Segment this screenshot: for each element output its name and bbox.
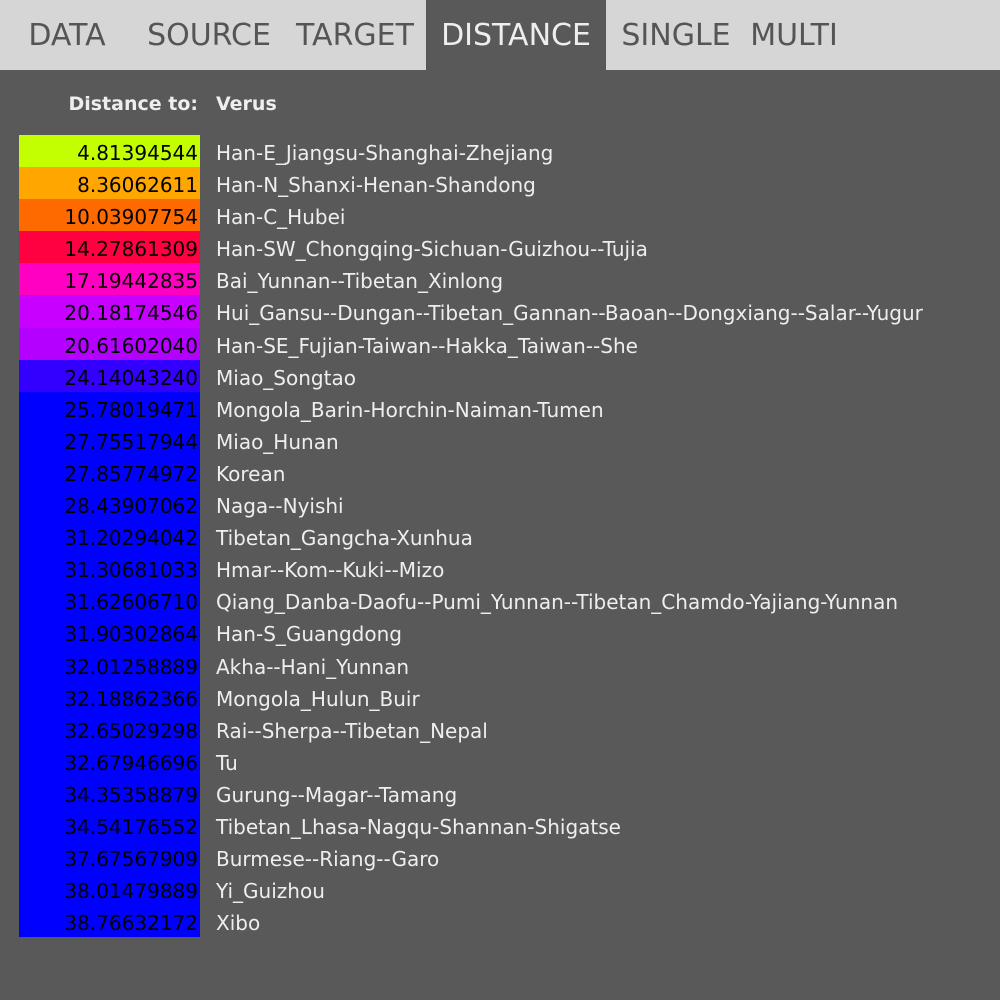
result-row: 32.65029298 Rai--Sherpa--Tibetan_Nepal bbox=[0, 712, 1000, 745]
distance-value: 31.90302864 bbox=[19, 616, 200, 649]
population-name: Naga--Nyishi bbox=[216, 494, 344, 519]
population-name: Miao_Songtao bbox=[216, 365, 356, 390]
population-name: Korean bbox=[216, 461, 286, 486]
result-row: 25.78019471 Mongola_Barin-Horchin-Naiman-… bbox=[0, 391, 1000, 424]
result-row: 17.19442835 Bai_Yunnan--Tibetan_Xinlong bbox=[0, 263, 1000, 296]
result-row: 4.81394544 Han-E_Jiangsu-Shanghai-Zhejian… bbox=[0, 135, 1000, 168]
population-name: Qiang_Danba-Daofu--Pumi_Yunnan--Tibetan_… bbox=[216, 590, 899, 615]
distance-value: 32.18862366 bbox=[19, 680, 200, 713]
result-row: 32.01258889 Akha--Hani_Yunnan bbox=[0, 648, 1000, 681]
result-row: 8.36062611 Han-N_Shanxi-Henan-Shandong bbox=[0, 167, 1000, 200]
distance-to-label: Distance to: bbox=[68, 93, 198, 115]
distance-value: 14.27861309 bbox=[19, 231, 200, 264]
result-row: 31.30681033 Hmar--Kom--Kuki--Mizo bbox=[0, 552, 1000, 585]
tab-source[interactable]: SOURCE bbox=[134, 0, 284, 70]
distance-value: 25.78019471 bbox=[19, 391, 200, 424]
tab-bar: DATA SOURCE TARGET DISTANCE SINGLE MULTI bbox=[0, 0, 1000, 70]
population-name: Tu bbox=[216, 750, 238, 775]
target-name: Verus bbox=[216, 93, 277, 115]
population-name: Xibo bbox=[216, 911, 261, 936]
distance-value: 27.75517944 bbox=[19, 423, 200, 456]
distance-value: 8.36062611 bbox=[19, 167, 200, 200]
distance-value: 34.35358879 bbox=[19, 776, 200, 809]
result-row: 38.01479889 Yi_Guizhou bbox=[0, 873, 1000, 906]
distance-value: 32.65029298 bbox=[19, 712, 200, 745]
population-name: Bai_Yunnan--Tibetan_Xinlong bbox=[216, 269, 504, 294]
tab-multi[interactable]: MULTI bbox=[746, 0, 842, 70]
population-name: Han-N_Shanxi-Henan-Shandong bbox=[216, 173, 536, 198]
distance-value: 32.01258889 bbox=[19, 648, 200, 681]
result-row: 24.14043240 Miao_Songtao bbox=[0, 359, 1000, 392]
result-row: 31.62606710 Qiang_Danba-Daofu--Pumi_Yunna… bbox=[0, 584, 1000, 617]
population-name: Hui_Gansu--Dungan--Tibetan_Gannan--Baoan… bbox=[216, 301, 923, 326]
distance-value: 10.03907754 bbox=[19, 199, 200, 232]
population-name: Han-S_Guangdong bbox=[216, 622, 402, 647]
result-row: 32.18862366 Mongola_Hulun_Buir bbox=[0, 680, 1000, 713]
distance-value: 31.62606710 bbox=[19, 584, 200, 617]
result-row: 31.20294042 Tibetan_Gangcha-Xunhua bbox=[0, 520, 1000, 553]
result-row: 10.03907754 Han-C_Hubei bbox=[0, 199, 1000, 232]
tab-target[interactable]: TARGET bbox=[284, 0, 426, 70]
distance-value: 4.81394544 bbox=[19, 135, 200, 168]
result-row: 20.61602040 Han-SE_Fujian-Taiwan--Hakka_T… bbox=[0, 327, 1000, 360]
population-name: Hmar--Kom--Kuki--Mizo bbox=[216, 558, 445, 583]
population-name: Miao_Hunan bbox=[216, 429, 339, 454]
result-row: 20.18174546 Hui_Gansu--Dungan--Tibetan_Ga… bbox=[0, 295, 1000, 328]
population-name: Mongola_Barin-Horchin-Naiman-Tumen bbox=[216, 397, 604, 422]
result-row: 32.67946696 Tu bbox=[0, 744, 1000, 777]
distance-value: 20.18174546 bbox=[19, 295, 200, 328]
population-name: Tibetan_Lhasa-Nagqu-Shannan-Shigatse bbox=[216, 814, 621, 839]
result-row: 28.43907062 Naga--Nyishi bbox=[0, 488, 1000, 521]
population-name: Burmese--Riang--Garo bbox=[216, 847, 440, 872]
population-name: Han-SW_Chongqing-Sichuan-Guizhou--Tujia bbox=[216, 237, 648, 262]
population-name: Yi_Guizhou bbox=[216, 879, 325, 904]
distance-value: 28.43907062 bbox=[19, 488, 200, 521]
result-row: 37.67567909 Burmese--Riang--Garo bbox=[0, 841, 1000, 874]
distance-value: 17.19442835 bbox=[19, 263, 200, 296]
population-name: Tibetan_Gangcha-Xunhua bbox=[216, 526, 473, 551]
distance-value: 32.67946696 bbox=[19, 744, 200, 777]
distance-value: 37.67567909 bbox=[19, 841, 200, 874]
population-name: Mongola_Hulun_Buir bbox=[216, 686, 420, 711]
distance-value: 34.54176552 bbox=[19, 808, 200, 842]
result-row: 31.90302864 Han-S_Guangdong bbox=[0, 616, 1000, 649]
result-row: 27.75517944 Miao_Hunan bbox=[0, 423, 1000, 456]
distance-value: 31.30681033 bbox=[19, 552, 200, 585]
tab-data[interactable]: DATA bbox=[0, 0, 134, 70]
population-name: Han-C_Hubei bbox=[216, 205, 346, 230]
distance-value: 38.01479889 bbox=[19, 873, 200, 906]
population-name: Akha--Hani_Yunnan bbox=[216, 654, 410, 679]
distance-value: 38.76632172 bbox=[19, 905, 200, 938]
population-name: Han-E_Jiangsu-Shanghai-Zhejiang bbox=[216, 141, 554, 165]
population-name: Gurung--Magar--Tamang bbox=[216, 782, 458, 807]
distance-results-list: 4.81394544 Han-E_Jiangsu-Shanghai-Zhejian… bbox=[0, 135, 1000, 938]
result-row: 38.76632172 Xibo bbox=[0, 905, 1000, 938]
distance-value: 20.61602040 bbox=[19, 327, 200, 360]
result-row: 34.35358879 Gurung--Magar--Tamang bbox=[0, 776, 1000, 809]
tab-single[interactable]: SINGLE bbox=[606, 0, 746, 70]
population-name: Han-SE_Fujian-Taiwan--Hakka_Taiwan--She bbox=[216, 333, 638, 358]
result-row: 14.27861309 Han-SW_Chongqing-Sichuan-Guiz… bbox=[0, 231, 1000, 264]
distance-value: 31.20294042 bbox=[19, 520, 200, 553]
result-row: 34.54176552 Tibetan_Lhasa-Nagqu-Shannan-S… bbox=[0, 808, 1000, 842]
tab-distance[interactable]: DISTANCE bbox=[426, 0, 606, 70]
distance-value: 27.85774972 bbox=[19, 455, 200, 489]
result-row: 27.85774972 Korean bbox=[0, 455, 1000, 489]
distance-value: 24.14043240 bbox=[19, 359, 200, 392]
population-name: Rai--Sherpa--Tibetan_Nepal bbox=[216, 718, 488, 743]
results-header: Distance to: Verus bbox=[0, 93, 1000, 121]
